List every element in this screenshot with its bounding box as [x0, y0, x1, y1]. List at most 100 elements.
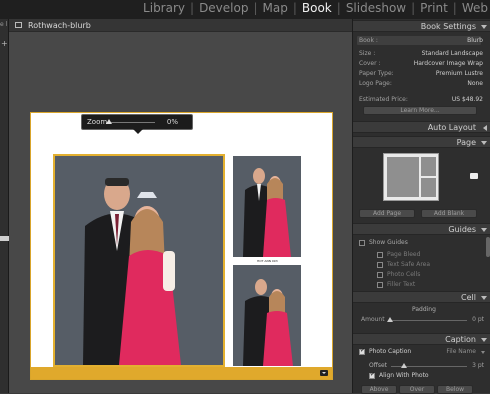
family-photo-small-top	[233, 156, 301, 257]
learn-more-button[interactable]: Learn More...	[363, 106, 477, 115]
offset-value[interactable]: 3 pt	[472, 362, 484, 369]
collection-titlebar: Rothwach-blurb	[9, 19, 352, 32]
logo-value[interactable]: None	[467, 80, 483, 87]
book-canvas: Rothwach-blurb HOT ANN 093	[9, 19, 352, 393]
module-picker: Library | Develop | Map | Book | Slidesh…	[0, 0, 490, 19]
zoom-slider-track[interactable]	[107, 122, 155, 123]
module-separator: |	[336, 1, 341, 15]
page-title: Page	[456, 138, 476, 147]
left-panel-strip: e l +	[0, 19, 9, 393]
module-separator: |	[452, 1, 457, 15]
module-separator: |	[190, 1, 195, 15]
paper-row: Paper Type: Premium Lustre	[359, 69, 483, 78]
module-map[interactable]: Map	[263, 1, 288, 15]
auto-layout-header[interactable]: Auto Layout	[353, 121, 490, 133]
module-library[interactable]: Library	[143, 1, 185, 15]
collapse-triangle-icon	[481, 25, 487, 29]
book-row: Book : Blurb	[359, 36, 483, 45]
caption-header[interactable]: Caption	[353, 333, 490, 345]
guides-title: Guides	[448, 225, 476, 234]
zoom-popup-pointer	[133, 129, 143, 134]
module-develop[interactable]: Develop	[199, 1, 248, 15]
size-label: Size :	[359, 50, 376, 57]
page-footer-bar	[31, 367, 332, 379]
amount-label: Amount	[361, 316, 385, 323]
offset-slider-knob[interactable]	[401, 363, 407, 368]
add-page-button[interactable]: Add Page	[359, 209, 415, 218]
photo-cells-checkbox[interactable]	[377, 272, 383, 278]
chevron-down-icon[interactable]	[481, 351, 485, 354]
offset-label: Offset	[369, 362, 388, 369]
price-value: US $48.92	[451, 96, 483, 103]
module-separator: |	[411, 1, 416, 15]
price-label: Estimated Price:	[359, 96, 408, 103]
collapse-triangle-icon	[481, 296, 487, 300]
align-with-photo-label: Align With Photo	[379, 372, 429, 379]
book-spread[interactable]: HOT ANN 093 HOT ANN 093 H	[30, 112, 333, 380]
module-web[interactable]: Web	[462, 1, 488, 15]
module-separator: |	[292, 1, 297, 15]
page-bleed-checkbox[interactable]	[377, 252, 383, 258]
photo-small-top[interactable]	[233, 156, 301, 257]
layout-cell-large	[387, 157, 419, 197]
grid-view-icon[interactable]	[15, 22, 22, 28]
right-panel-scrollbar[interactable]	[486, 237, 490, 257]
page-options-icon[interactable]	[320, 370, 328, 376]
text-safe-area-checkbox[interactable]	[377, 262, 383, 268]
zoom-value: 0%	[166, 118, 178, 126]
collapse-triangle-icon	[481, 338, 487, 342]
book-label: Book :	[359, 37, 378, 44]
cover-row: Cover : Hardcover Image Wrap	[359, 59, 483, 68]
module-print[interactable]: Print	[420, 1, 448, 15]
collapse-triangle-icon	[481, 228, 487, 232]
module-separator: |	[253, 1, 258, 15]
zoom-popup: Zoom 0%	[81, 114, 193, 134]
padding-label: Padding	[412, 306, 436, 313]
size-row: Size : Standard Landscape	[359, 49, 483, 58]
page-header[interactable]: Page	[353, 136, 490, 148]
padding-slider-track[interactable]	[389, 320, 467, 321]
photo-caption-label: Photo Caption	[369, 348, 412, 355]
filler-text-checkbox[interactable]	[377, 282, 383, 288]
amount-value[interactable]: 0 pt	[472, 316, 484, 323]
zoom-slider-knob[interactable]	[106, 119, 112, 124]
plus-icon[interactable]: +	[1, 39, 8, 48]
cover-value[interactable]: Hardcover Image Wrap	[414, 60, 483, 67]
zoom-label: Zoom	[87, 118, 108, 126]
cover-label: Cover :	[359, 60, 381, 67]
book-settings-header[interactable]: Book Settings	[353, 20, 490, 32]
family-photo-small-bottom	[233, 265, 301, 366]
module-book[interactable]: Book	[302, 1, 332, 15]
align-with-photo-checkbox[interactable]	[369, 371, 375, 379]
family-photo-large	[55, 156, 223, 365]
add-blank-button[interactable]: Add Blank	[421, 209, 477, 218]
layout-picker-icon[interactable]	[470, 173, 478, 179]
text-safe-area-label: Text Safe Area	[387, 261, 431, 268]
show-guides-label: Show Guides	[369, 239, 408, 246]
photo-small-bottom[interactable]	[233, 265, 301, 366]
module-slideshow[interactable]: Slideshow	[346, 1, 406, 15]
paper-label: Paper Type:	[359, 70, 394, 77]
logo-label: Logo Page:	[359, 80, 392, 87]
photo-cells-label: Photo Cells	[387, 271, 421, 278]
book-value[interactable]: Blurb	[467, 37, 483, 44]
expand-triangle-icon	[483, 125, 487, 131]
size-value[interactable]: Standard Landscape	[422, 50, 483, 57]
module-list: Library | Develop | Map | Book | Slidesh…	[143, 1, 488, 15]
left-panel-toggle[interactable]	[0, 236, 9, 241]
show-guides-checkbox[interactable]	[359, 240, 365, 246]
photo-caption-dropdown[interactable]: File Name	[446, 348, 476, 355]
filler-text-label: Filler Text	[387, 281, 416, 288]
paper-value[interactable]: Premium Lustre	[436, 70, 483, 77]
layout-cell-small-top	[421, 157, 436, 176]
photo-caption-checkbox[interactable]	[359, 347, 365, 355]
cell-header[interactable]: Cell	[353, 291, 490, 303]
photo-large[interactable]	[54, 155, 224, 366]
book-settings-title: Book Settings	[420, 22, 476, 31]
collapse-triangle-icon	[481, 141, 487, 145]
left-panel-label: e l	[0, 21, 8, 28]
guides-header[interactable]: Guides	[353, 223, 490, 235]
page-layout-thumbnail[interactable]	[383, 153, 439, 201]
padding-slider-knob[interactable]	[387, 317, 393, 322]
caption-title: Caption	[445, 335, 476, 344]
